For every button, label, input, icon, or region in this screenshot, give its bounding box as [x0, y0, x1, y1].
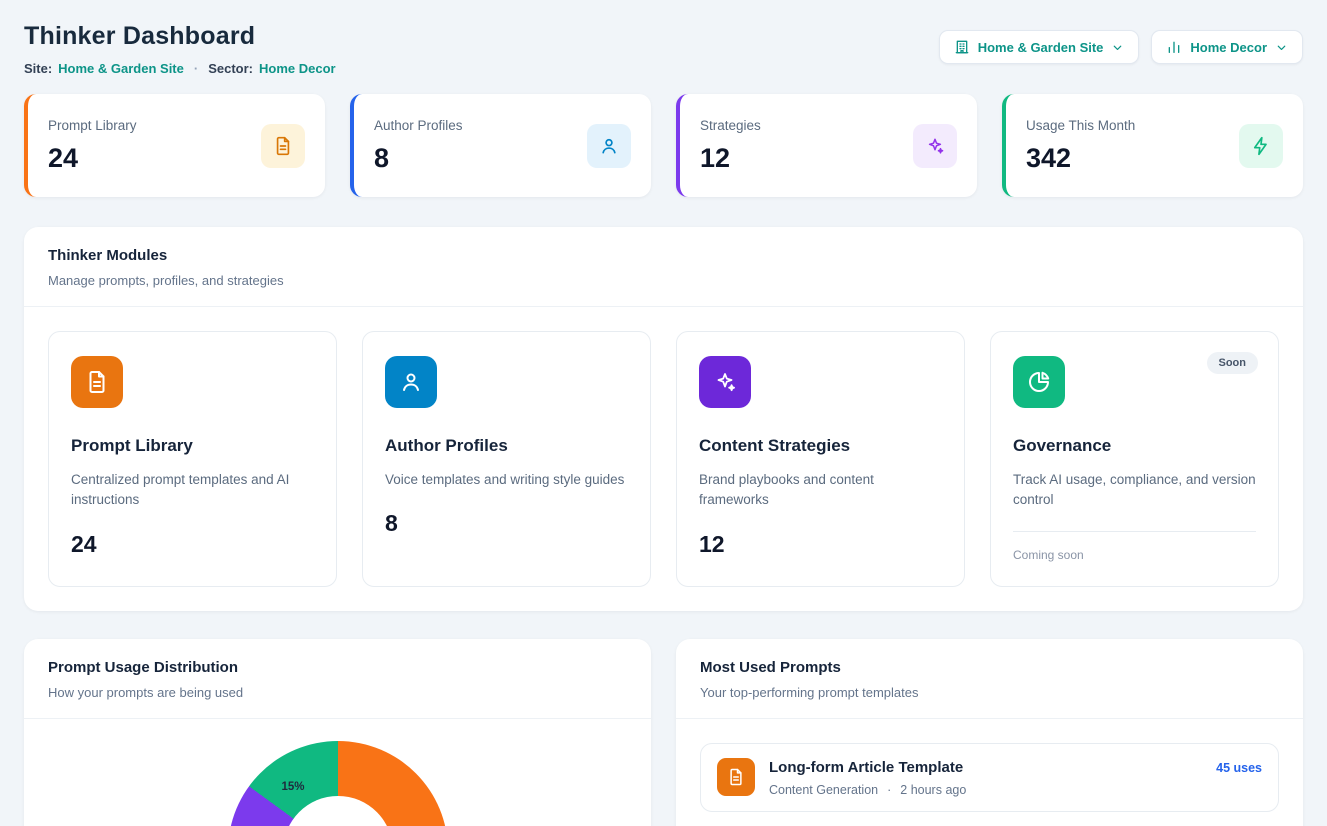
document-icon	[71, 356, 123, 408]
stat-label: Usage This Month	[1026, 118, 1135, 133]
module-card-author-profiles[interactable]: Author Profiles Voice templates and writ…	[362, 331, 651, 587]
stat-card-usage: Usage This Month 342	[1002, 94, 1303, 197]
prompt-meta: Content Generation · 2 hours ago	[769, 783, 1202, 797]
site-selector-label: Home & Garden Site	[978, 40, 1104, 55]
divider	[676, 718, 1303, 719]
stat-label: Strategies	[700, 118, 761, 133]
module-description: Brand playbooks and content frameworks	[699, 470, 942, 511]
stat-text: Author Profiles 8	[374, 118, 463, 174]
sector-selector-dropdown[interactable]: Home Decor	[1151, 30, 1303, 64]
stats-row: Prompt Library 24 Author Profiles 8 Stra…	[24, 94, 1303, 197]
prompt-uses-count: 45 uses	[1216, 761, 1262, 775]
stat-value: 12	[700, 143, 761, 174]
stat-value: 342	[1026, 143, 1135, 174]
most-used-prompts-panel: Most Used Prompts Your top-performing pr…	[676, 639, 1303, 826]
site-link[interactable]: Home & Garden Site	[58, 61, 184, 76]
usage-panel-title: Prompt Usage Distribution	[48, 659, 627, 676]
header: Thinker Dashboard Site: Home & Garden Si…	[24, 22, 1303, 76]
sector-selector-label: Home Decor	[1190, 40, 1267, 55]
module-description: Centralized prompt templates and AI inst…	[71, 470, 314, 511]
soon-badge: Soon	[1207, 352, 1259, 374]
title-block: Thinker Dashboard Site: Home & Garden Si…	[24, 22, 336, 76]
bolt-icon	[1239, 124, 1283, 168]
module-count: 24	[71, 531, 314, 558]
usage-panel-subtitle: How your prompts are being used	[48, 685, 627, 700]
module-count: 8	[385, 510, 628, 537]
sector-label: Sector:	[208, 61, 253, 76]
donut-chart-area: 15%	[24, 719, 651, 826]
prompt-list-item[interactable]: Long-form Article Template Content Gener…	[700, 743, 1279, 812]
stat-label: Author Profiles	[374, 118, 463, 133]
modules-grid: Prompt Library Centralized prompt templa…	[24, 307, 1303, 611]
dashboard-page: Thinker Dashboard Site: Home & Garden Si…	[0, 0, 1327, 826]
breadcrumb: Site: Home & Garden Site · Sector: Home …	[24, 61, 336, 76]
chevron-down-icon	[1111, 41, 1124, 54]
divider	[1013, 531, 1256, 532]
module-count: 12	[699, 531, 942, 558]
module-card-governance[interactable]: Soon Governance Track AI usage, complian…	[990, 331, 1279, 587]
pie-chart-icon	[1013, 356, 1065, 408]
site-selector-dropdown[interactable]: Home & Garden Site	[939, 30, 1140, 64]
header-controls: Home & Garden Site Home Decor	[939, 30, 1303, 64]
sparkle-icon	[913, 124, 957, 168]
page-title: Thinker Dashboard	[24, 22, 336, 51]
module-title: Governance	[1013, 436, 1256, 456]
sparkle-icon	[699, 356, 751, 408]
module-title: Content Strategies	[699, 436, 942, 456]
separator: ·	[887, 783, 891, 797]
user-icon	[587, 124, 631, 168]
module-title: Prompt Library	[71, 436, 314, 456]
prompts-panel-header: Most Used Prompts Your top-performing pr…	[676, 639, 1303, 718]
module-description: Voice templates and writing style guides	[385, 470, 628, 490]
document-icon	[717, 758, 755, 796]
module-card-content-strategies[interactable]: Content Strategies Brand playbooks and c…	[676, 331, 965, 587]
modules-title: Thinker Modules	[48, 247, 1279, 264]
sector-link[interactable]: Home Decor	[259, 61, 336, 76]
stat-text: Strategies 12	[700, 118, 761, 174]
coming-soon-label: Coming soon	[1013, 548, 1256, 562]
modules-header: Thinker Modules Manage prompts, profiles…	[24, 227, 1303, 306]
usage-distribution-panel: Prompt Usage Distribution How your promp…	[24, 639, 651, 826]
bottom-row: Prompt Usage Distribution How your promp…	[24, 639, 1303, 826]
prompt-title: Long-form Article Template	[769, 759, 1202, 776]
stat-card-author-profiles: Author Profiles 8	[350, 94, 651, 197]
donut-chart: 15%	[228, 741, 448, 826]
prompt-time: 2 hours ago	[900, 783, 966, 797]
bar-chart-icon	[1166, 39, 1182, 55]
stat-card-strategies: Strategies 12	[676, 94, 977, 197]
prompts-panel-title: Most Used Prompts	[700, 659, 1279, 676]
prompt-category: Content Generation	[769, 783, 878, 797]
document-icon	[261, 124, 305, 168]
modules-subtitle: Manage prompts, profiles, and strategies	[48, 273, 1279, 288]
modules-section: Thinker Modules Manage prompts, profiles…	[24, 227, 1303, 611]
module-description: Track AI usage, compliance, and version …	[1013, 470, 1256, 511]
site-label: Site:	[24, 61, 52, 76]
stat-label: Prompt Library	[48, 118, 137, 133]
stat-value: 8	[374, 143, 463, 174]
separator: ·	[194, 61, 198, 76]
prompts-panel-subtitle: Your top-performing prompt templates	[700, 685, 1279, 700]
user-icon	[385, 356, 437, 408]
stat-text: Usage This Month 342	[1026, 118, 1135, 174]
stat-text: Prompt Library 24	[48, 118, 137, 174]
chevron-down-icon	[1275, 41, 1288, 54]
usage-panel-header: Prompt Usage Distribution How your promp…	[24, 639, 651, 718]
module-card-prompt-library[interactable]: Prompt Library Centralized prompt templa…	[48, 331, 337, 587]
stat-value: 24	[48, 143, 137, 174]
prompt-info: Long-form Article Template Content Gener…	[769, 758, 1202, 797]
stat-card-prompt-library: Prompt Library 24	[24, 94, 325, 197]
building-icon	[954, 39, 970, 55]
module-title: Author Profiles	[385, 436, 628, 456]
donut-segment-label: 15%	[282, 781, 305, 793]
